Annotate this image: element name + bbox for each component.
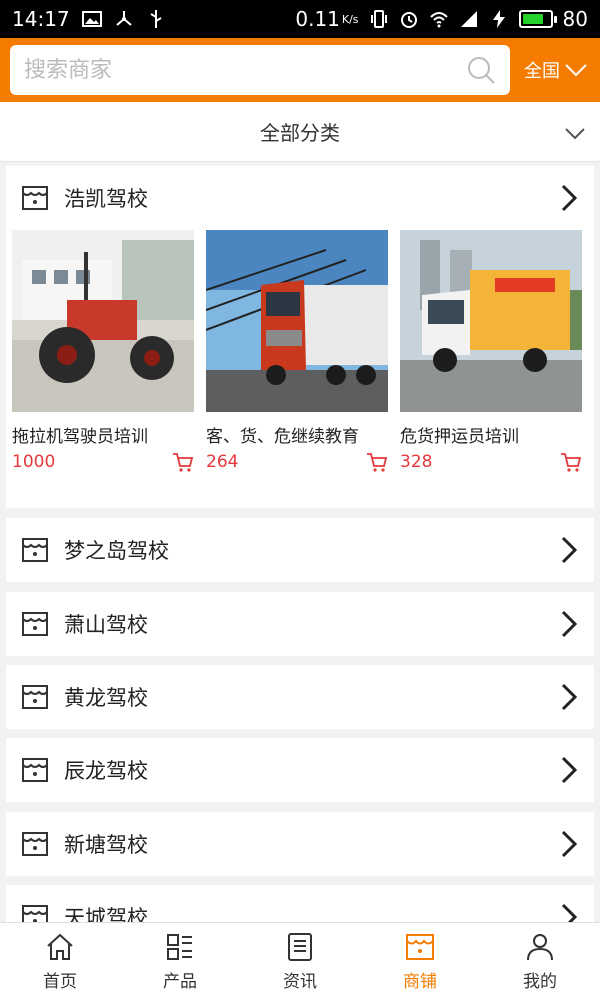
vibrate-icon [370,10,387,28]
search-input[interactable] [24,57,466,83]
product-image-truck [205,230,388,412]
shop-row[interactable]: 新塘驾校 [6,812,594,876]
region-label: 全国 [524,61,560,82]
product-price: 1000 [12,452,56,472]
shop-row[interactable]: 浩凯驾校 [6,166,594,230]
product-image-van [400,230,582,412]
network-icon [115,11,132,26]
nav-me[interactable]: 我的 [480,923,600,1000]
shop-card: 新塘驾校 [6,812,594,876]
shop-name: 梦之岛驾校 [64,539,169,563]
shop-row[interactable]: 黄龙驾校 [6,665,594,729]
store-icon [406,934,434,960]
shop-card: 天城驾校 [6,885,594,922]
product-name: 客、货、危继续教育 [206,427,359,447]
network-speed-unit: K/s [341,12,359,26]
shop-list[interactable]: 浩凯驾校 拖拉机驾驶员培训 1000 客、货、危继续教育 264 危货押运员培训… [0,162,600,922]
nav-label: 资讯 [283,972,317,992]
shop-row[interactable]: 辰龙驾校 [6,738,594,802]
shop-card: 萧山驾校 [6,592,594,656]
cart-icon[interactable] [366,451,388,473]
shop-name: 萧山驾校 [64,613,148,637]
shop-name: 浩凯驾校 [64,187,148,211]
store-icon [22,758,48,782]
nav-shops[interactable]: 商铺 [360,923,480,1000]
nav-label: 商铺 [403,972,437,992]
header: 全国 [0,38,600,102]
chevron-right-icon [561,903,578,922]
chevron-right-icon [561,683,578,711]
chevron-down-icon [565,64,587,77]
region-selector[interactable]: 全国 [524,57,588,83]
store-icon [22,186,48,210]
category-label: 全部分类 [260,121,340,145]
news-icon [288,933,312,961]
bottom-nav: 首页 产品 资讯 商铺 我的 [0,922,600,1000]
wifi-icon [429,12,448,28]
shop-name: 黄龙驾校 [64,686,148,710]
chevron-right-icon [561,610,578,638]
status-time: 14:17 [12,7,70,31]
alarm-icon [400,12,417,28]
home-icon [47,933,73,960]
user-icon [527,934,553,961]
battery-icon [518,10,557,28]
store-icon [22,612,48,636]
store-icon [22,538,48,562]
charging-icon [492,10,505,28]
shop-card: 浩凯驾校 拖拉机驾驶员培训 1000 客、货、危继续教育 264 危货押运员培训… [6,166,594,508]
store-icon [22,832,48,856]
shop-name: 辰龙驾校 [64,759,148,783]
status-bar: 14:17 0.11 K/s 80 [0,0,600,38]
product-card[interactable]: 客、货、危继续教育 264 [205,230,388,473]
cart-icon[interactable] [560,451,582,473]
product-name: 拖拉机驾驶员培训 [12,427,148,447]
shop-row[interactable]: 天城驾校 [6,885,594,922]
shop-card: 梦之岛驾校 [6,518,594,582]
search-box[interactable] [10,45,510,95]
product-row: 拖拉机驾驶员培训 1000 客、货、危继续教育 264 危货押运员培训 328 [6,230,594,473]
nav-label: 首页 [43,972,77,992]
signal-icon [460,11,477,27]
shop-card: 辰龙驾校 [6,738,594,802]
shop-card: 黄龙驾校 [6,665,594,729]
shop-row[interactable]: 梦之岛驾校 [6,518,594,582]
category-selector[interactable]: 全部分类 [0,102,600,162]
product-price: 328 [400,452,433,472]
chevron-right-icon [561,756,578,784]
nav-products[interactable]: 产品 [120,923,240,1000]
shop-name: 新塘驾校 [64,833,148,857]
cart-icon[interactable] [172,451,194,473]
battery-level: 80 [562,7,588,31]
product-price: 264 [206,452,239,472]
nav-home[interactable]: 首页 [0,923,120,1000]
usb-icon [150,10,162,28]
chevron-right-icon [561,184,578,212]
product-name: 危货押运员培训 [400,427,519,447]
network-speed: 0.11 [295,7,340,31]
product-card[interactable]: 危货押运员培训 328 [400,230,582,473]
product-image-tractor [12,230,194,412]
product-card[interactable]: 拖拉机驾驶员培训 1000 [12,230,194,473]
search-icon[interactable] [466,55,496,85]
grid-icon [167,934,192,960]
chevron-down-icon [565,128,585,140]
shop-row[interactable]: 萧山驾校 [6,592,594,656]
nav-news[interactable]: 资讯 [240,923,360,1000]
shop-name: 天城驾校 [64,906,148,922]
store-icon [22,685,48,709]
chevron-right-icon [561,830,578,858]
nav-label: 产品 [163,972,197,992]
chevron-right-icon [561,536,578,564]
nav-label: 我的 [523,972,557,992]
store-icon [22,905,48,922]
image-icon [81,11,102,27]
